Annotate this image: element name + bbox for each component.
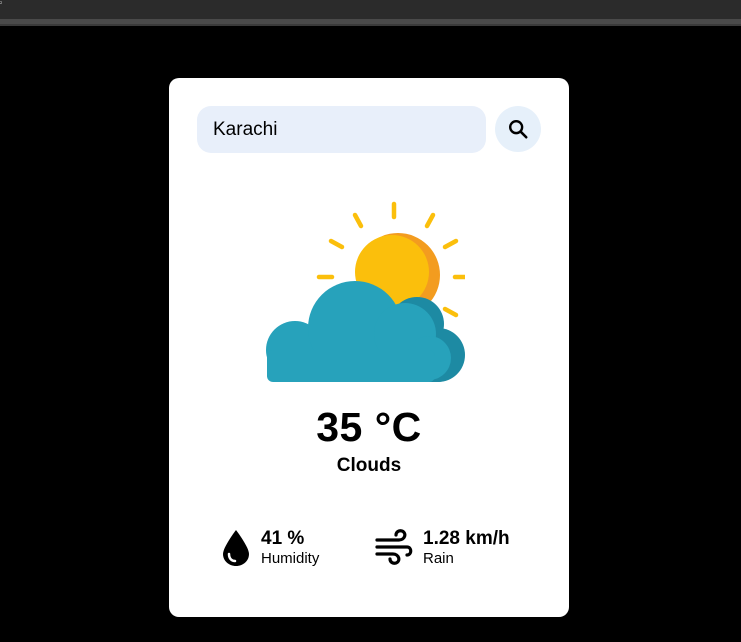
water-drop-icon (223, 530, 249, 566)
tab-edge-glyph: ▫ (0, 0, 2, 9)
top-bar-strip (0, 19, 741, 24)
humidity-label: Humidity (261, 550, 320, 567)
weather-condition: Clouds (336, 455, 402, 476)
city-search-input[interactable] (197, 106, 486, 153)
weather-card: 35 °C Clouds 41 % Humidity 1.28 km/h Rai… (169, 78, 569, 617)
wind-label: Rain (423, 550, 454, 567)
search-icon (509, 120, 528, 139)
search-button[interactable] (495, 106, 541, 152)
wind-detail: 1.28 km/h Rain (375, 526, 545, 572)
wind-icon (375, 529, 413, 565)
humidity-value: 41 % (261, 528, 305, 549)
temperature-value: 35 °C (316, 404, 422, 450)
sun-behind-cloud-icon (266, 201, 465, 382)
humidity-detail: 41 % Humidity (221, 526, 361, 572)
wind-speed-value: 1.28 km/h (423, 528, 510, 549)
browser-top-bar: ▫ (0, 0, 741, 26)
